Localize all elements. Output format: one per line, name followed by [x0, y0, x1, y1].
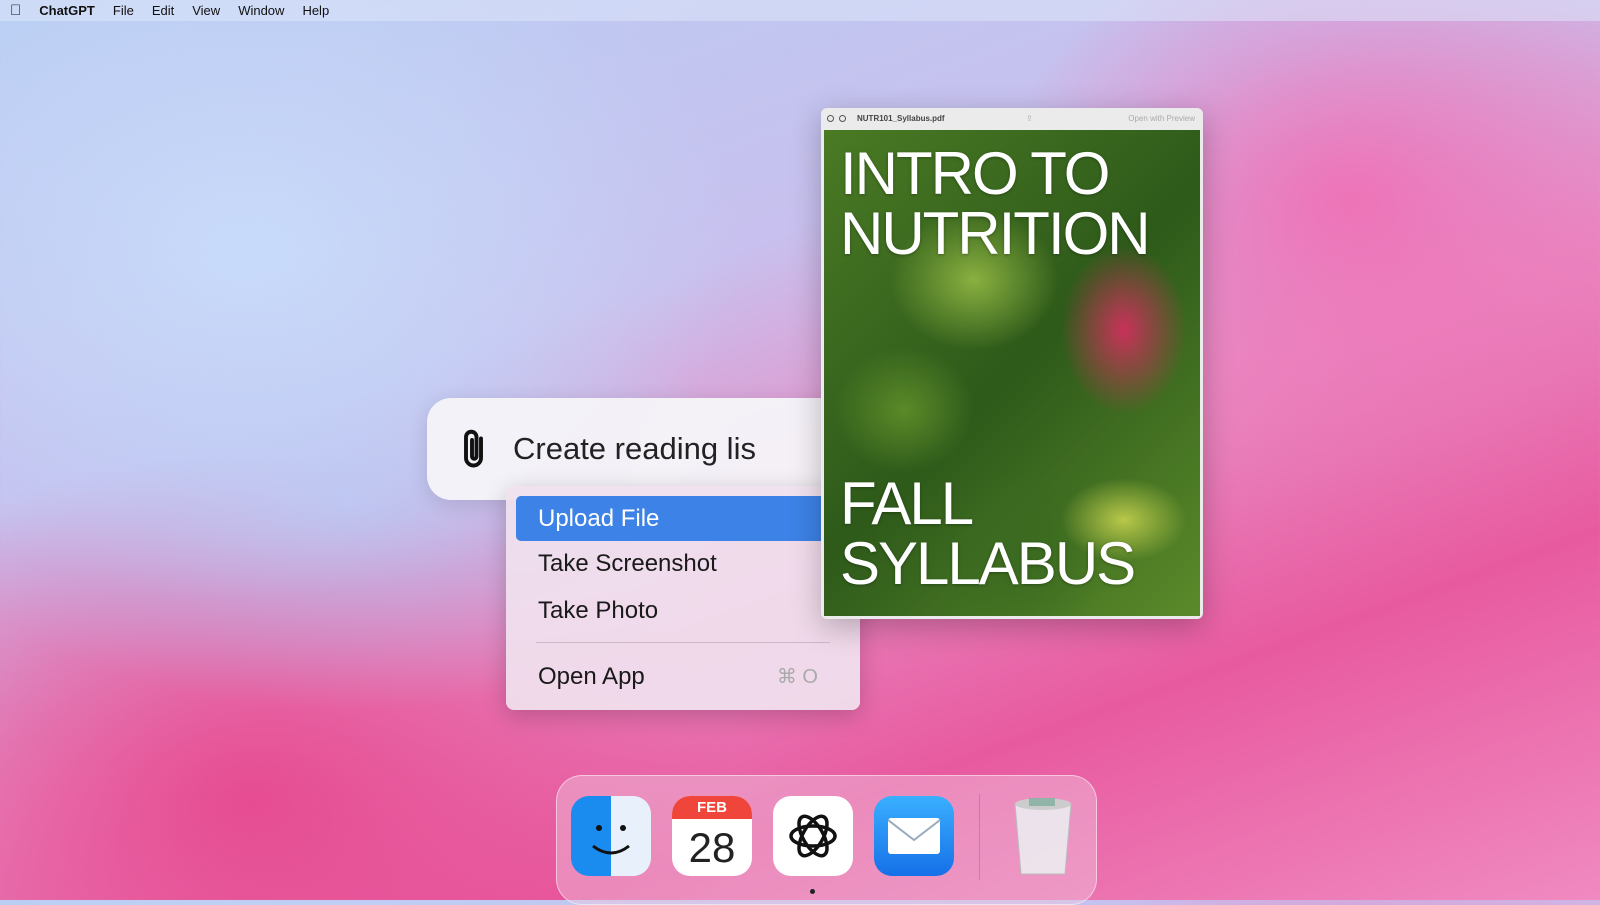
dock-divider — [979, 794, 980, 880]
pdf-filename: NUTR101_Syllabus.pdf — [857, 113, 945, 123]
dock-chatgpt[interactable] — [773, 796, 853, 876]
finder-icon — [592, 825, 630, 855]
pdf-preview-window[interactable]: NUTR101_Syllabus.pdf ⇪ Open with Preview… — [821, 108, 1203, 619]
close-icon[interactable] — [827, 114, 834, 122]
dock: FEB 28 — [556, 775, 1097, 905]
menu-app-name[interactable]: ChatGPT — [39, 3, 95, 18]
menu-help[interactable]: Help — [302, 3, 329, 18]
menu-item-take-screenshot[interactable]: Take Screenshot — [516, 541, 850, 586]
menu-separator — [536, 642, 830, 643]
pdf-titlebar: NUTR101_Syllabus.pdf ⇪ Open with Preview — [821, 108, 1203, 128]
dock-mail[interactable] — [874, 796, 954, 876]
cover-title: INTRO TO NUTRITION — [840, 140, 1151, 267]
expand-icon[interactable] — [839, 114, 846, 122]
cover-subtitle: FALL SYLLABUS — [840, 470, 1136, 597]
menu-window[interactable]: Window — [238, 3, 284, 18]
menu-bar:  ChatGPT File Edit View Window Help — [0, 0, 1600, 21]
dock-calendar[interactable]: FEB 28 — [672, 796, 752, 876]
attach-menu: Upload File Take Screenshot Take Photo O… — [506, 486, 860, 710]
mail-icon — [887, 818, 941, 854]
calendar-month: FEB — [672, 796, 752, 819]
menu-item-take-photo[interactable]: Take Photo — [516, 588, 850, 633]
chatgpt-prompt-bar[interactable]: Create reading lis — [427, 398, 847, 500]
open-app-label: Open App — [538, 662, 645, 690]
menu-item-open-app[interactable]: Open App ⌘ O — [516, 654, 850, 699]
calendar-day: 28 — [688, 823, 736, 871]
dock-finder[interactable] — [571, 796, 651, 876]
menu-item-upload-file[interactable]: Upload File — [516, 496, 850, 541]
menu-edit[interactable]: Edit — [152, 3, 174, 18]
menu-view[interactable]: View — [192, 3, 220, 18]
share-icon[interactable]: ⇪ — [1026, 114, 1033, 123]
pdf-cover-page: INTRO TO NUTRITION FALL SYLLABUS — [824, 130, 1200, 616]
chatgpt-running-indicator — [810, 889, 815, 894]
apple-icon[interactable]:  — [10, 2, 21, 19]
trash-icon — [1014, 798, 1072, 875]
menu-file[interactable]: File — [113, 3, 134, 18]
open-app-shortcut: ⌘ O — [776, 666, 818, 688]
paperclip-icon[interactable] — [457, 426, 493, 472]
chatgpt-icon — [789, 814, 837, 858]
prompt-input[interactable]: Create reading lis — [513, 431, 756, 467]
dock-trash[interactable] — [1003, 796, 1083, 876]
open-with-preview-button[interactable]: Open with Preview — [1128, 114, 1195, 123]
